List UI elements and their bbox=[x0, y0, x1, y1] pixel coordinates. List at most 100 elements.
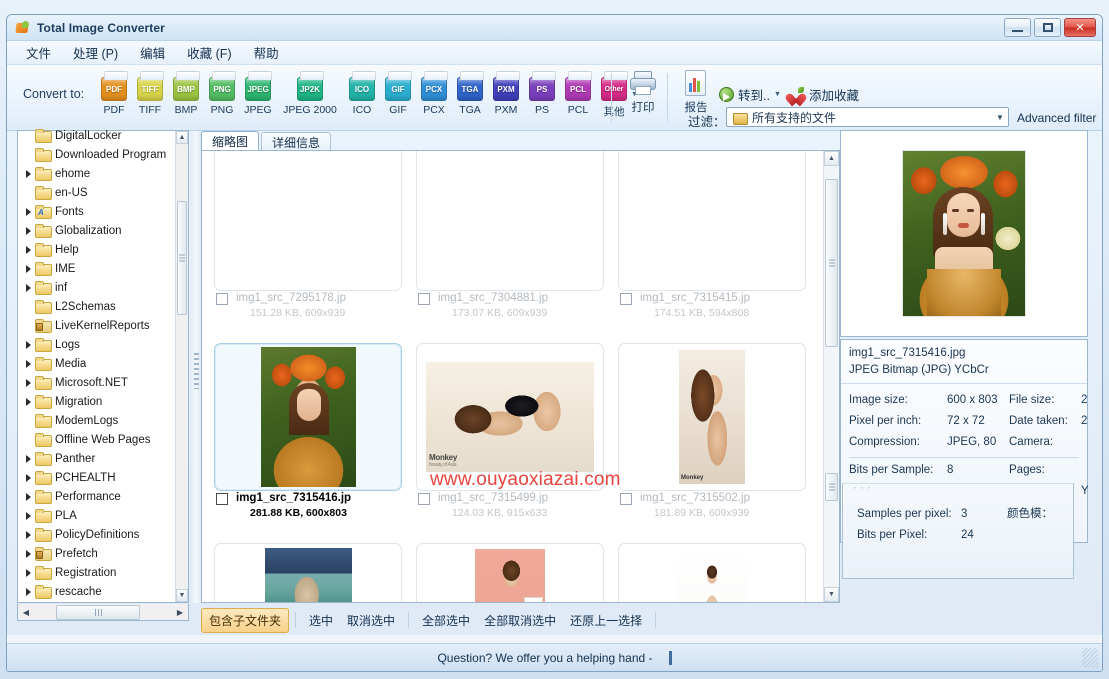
thumbnail-cell[interactable]: img1_src_7315416.jp 281.88 KB, 600x803 bbox=[214, 343, 414, 525]
tree-item-l2schemas[interactable]: L2Schemas bbox=[18, 297, 175, 316]
thumbnail-checkbox[interactable] bbox=[418, 293, 430, 305]
restore-selection-button[interactable]: 还原上一选择 bbox=[563, 609, 649, 632]
thumbnail-cell[interactable]: img1_src_7377368.jp115.60 KB, 609x939 bbox=[416, 543, 616, 602]
thumbnail-cell[interactable]: img1_src_7315415.jp 174.51 KB, 594x808 bbox=[618, 151, 818, 325]
print-button[interactable]: 打印 bbox=[619, 69, 667, 115]
filter-combobox[interactable]: 所有支持的文件 ▼ bbox=[726, 107, 1009, 127]
thumbnail-image[interactable] bbox=[416, 543, 604, 602]
expand-arrow-icon[interactable] bbox=[22, 281, 35, 294]
grid-vertical-scrollbar[interactable]: ▲ ▼ bbox=[823, 151, 839, 602]
menu-favorites[interactable]: 收藏 (F) bbox=[178, 40, 240, 65]
expand-arrow-icon[interactable] bbox=[22, 547, 35, 560]
tree-item-fonts[interactable]: A Fonts bbox=[18, 202, 175, 221]
tree-item-media[interactable]: Media bbox=[18, 354, 175, 373]
menu-edit[interactable]: 编辑 bbox=[131, 40, 174, 65]
expand-arrow-icon[interactable] bbox=[22, 338, 35, 351]
tree-hscroll-thumb[interactable] bbox=[56, 604, 140, 620]
scroll-right-icon[interactable]: ▶ bbox=[172, 605, 188, 620]
tree-item-ime[interactable]: IME bbox=[18, 259, 175, 278]
expand-arrow-icon[interactable] bbox=[22, 528, 35, 541]
tree-item-rescache[interactable]: rescache bbox=[18, 582, 175, 601]
expand-arrow-icon[interactable] bbox=[22, 262, 35, 275]
tree-item-migration[interactable]: Migration bbox=[18, 392, 175, 411]
advanced-filter-link[interactable]: Advanced filter bbox=[1017, 111, 1096, 125]
format-button-ps[interactable]: PS PS bbox=[525, 69, 559, 116]
chevron-down-icon[interactable]: ▼ bbox=[992, 113, 1008, 122]
tree-horizontal-scrollbar[interactable]: ◀ ▶ bbox=[17, 604, 189, 621]
format-button-tiff[interactable]: TIFF TIFF bbox=[133, 69, 167, 116]
chevron-down-icon[interactable]: ▼ bbox=[774, 91, 781, 98]
thumbnail-image[interactable] bbox=[214, 151, 402, 291]
tree-item-policydefinitions[interactable]: PolicyDefinitions bbox=[18, 525, 175, 544]
format-button-jpeg2000[interactable]: JP2K JPEG 2000 bbox=[277, 69, 343, 116]
thumbnail-cell[interactable]: Monkey img1_src_7315502.jp 181.89 KB, 609x… bbox=[618, 343, 818, 525]
expand-arrow-icon[interactable] bbox=[22, 471, 35, 484]
deselect-all-button[interactable]: 全部取消选中 bbox=[477, 609, 563, 632]
expand-arrow-icon[interactable] bbox=[22, 452, 35, 465]
thumbnail-image[interactable]: WANGYUphotography bbox=[618, 543, 806, 602]
expand-arrow-icon[interactable] bbox=[22, 509, 35, 522]
tree-item-modemlogs[interactable]: ModemLogs bbox=[18, 411, 175, 430]
menu-process[interactable]: 处理 (P) bbox=[64, 40, 127, 65]
tree-scroll-thumb[interactable] bbox=[177, 201, 187, 315]
expand-arrow-icon[interactable] bbox=[22, 167, 35, 180]
thumbnail-grid[interactable]: img1_src_7295178.jp 151.28 KB, 609x939 img… bbox=[202, 151, 823, 602]
tree-item-performance[interactable]: Performance bbox=[18, 487, 175, 506]
tree-item-en-us[interactable]: en-US bbox=[18, 183, 175, 202]
tree-item-help[interactable]: Help bbox=[18, 240, 175, 259]
scroll-down-icon[interactable]: ▼ bbox=[176, 589, 188, 602]
menu-file[interactable]: 文件 bbox=[17, 40, 60, 65]
format-button-pcl[interactable]: PCL PCL bbox=[561, 69, 595, 116]
deselect-button[interactable]: 取消选中 bbox=[340, 609, 402, 632]
scroll-down-icon[interactable]: ▼ bbox=[824, 587, 839, 602]
thumbnail-cell[interactable]: WANGYUphotographyimg1_src_7386992.jp58.2… bbox=[618, 543, 818, 602]
expand-arrow-icon[interactable] bbox=[22, 205, 35, 218]
grid-scroll-thumb-2[interactable] bbox=[825, 473, 838, 501]
thumbnail-checkbox[interactable] bbox=[620, 293, 632, 305]
thumbnail-image[interactable]: Monkey bbox=[618, 343, 806, 491]
expand-arrow-icon[interactable] bbox=[22, 357, 35, 370]
thumbnail-image[interactable] bbox=[618, 151, 806, 291]
tree-item-microsoft-net[interactable]: Microsoft.NET bbox=[18, 373, 175, 392]
thumbnail-checkbox[interactable] bbox=[620, 493, 632, 505]
tree-item-panther[interactable]: Panther bbox=[18, 449, 175, 468]
minimize-button[interactable] bbox=[1004, 18, 1031, 37]
tree-item-globalization[interactable]: Globalization bbox=[18, 221, 175, 240]
select-button[interactable]: 选中 bbox=[302, 609, 340, 632]
vertical-splitter[interactable] bbox=[191, 131, 201, 603]
thumbnail-cell[interactable]: img1_src_7304881.jp 173.07 KB, 609x939 bbox=[416, 151, 616, 325]
close-button[interactable]: ✕ bbox=[1064, 18, 1096, 37]
format-button-jpeg[interactable]: JPEG JPEG bbox=[241, 69, 275, 116]
scroll-up-icon[interactable]: ▲ bbox=[824, 151, 839, 166]
thumbnail-checkbox[interactable] bbox=[216, 493, 228, 505]
tree-item-offline-web-pages[interactable]: Offline Web Pages bbox=[18, 430, 175, 449]
thumbnail-image[interactable] bbox=[416, 151, 604, 291]
tree-item-digitallocker[interactable]: DigitalLocker bbox=[18, 126, 175, 145]
resize-grip-icon[interactable] bbox=[1082, 648, 1098, 668]
format-button-ico[interactable]: ICO ICO bbox=[345, 69, 379, 116]
thumbnail-cell[interactable]: YOUYOUimg1_src_7327988.jp251.33 KB, 610x… bbox=[214, 543, 414, 602]
scroll-up-icon[interactable]: ▲ bbox=[176, 131, 188, 144]
format-button-pxm[interactable]: PXM PXM bbox=[489, 69, 523, 116]
tree-item-registration[interactable]: Registration bbox=[18, 563, 175, 582]
thumbnail-checkbox[interactable] bbox=[418, 493, 430, 505]
tree-item-pchealth[interactable]: PCHEALTH bbox=[18, 468, 175, 487]
grid-scroll-thumb[interactable] bbox=[825, 179, 838, 347]
tab-thumbnails[interactable]: 缩略图 bbox=[201, 131, 260, 151]
tree-vertical-scrollbar[interactable]: ▲ ▼ bbox=[175, 131, 188, 602]
expand-arrow-icon[interactable] bbox=[22, 395, 35, 408]
select-all-button[interactable]: 全部选中 bbox=[415, 609, 477, 632]
thumbnail-cell[interactable]: Monkey beauty of Asia img1_src_7315499.jp 1… bbox=[416, 343, 616, 525]
expand-arrow-icon[interactable] bbox=[22, 585, 35, 598]
tree-item-prefetch[interactable]: Prefetch bbox=[18, 544, 175, 563]
include-subfolders-button[interactable]: 包含子文件夹 bbox=[201, 607, 290, 633]
format-button-bmp[interactable]: BMP BMP bbox=[169, 69, 203, 116]
scroll-left-icon[interactable]: ◀ bbox=[18, 605, 34, 620]
thumbnail-image[interactable] bbox=[214, 343, 402, 491]
expand-arrow-icon[interactable] bbox=[22, 224, 35, 237]
add-favorite-button[interactable]: 添加收藏 bbox=[790, 85, 859, 104]
thumbnail-cell[interactable]: img1_src_7295178.jp 151.28 KB, 609x939 bbox=[214, 151, 414, 325]
folder-tree[interactable]: DigitalLocker Downloaded Program ehome en-U… bbox=[18, 125, 175, 602]
format-button-gif[interactable]: GIF GIF bbox=[381, 69, 415, 116]
goto-button[interactable]: 转到.. ▼ bbox=[719, 85, 781, 104]
